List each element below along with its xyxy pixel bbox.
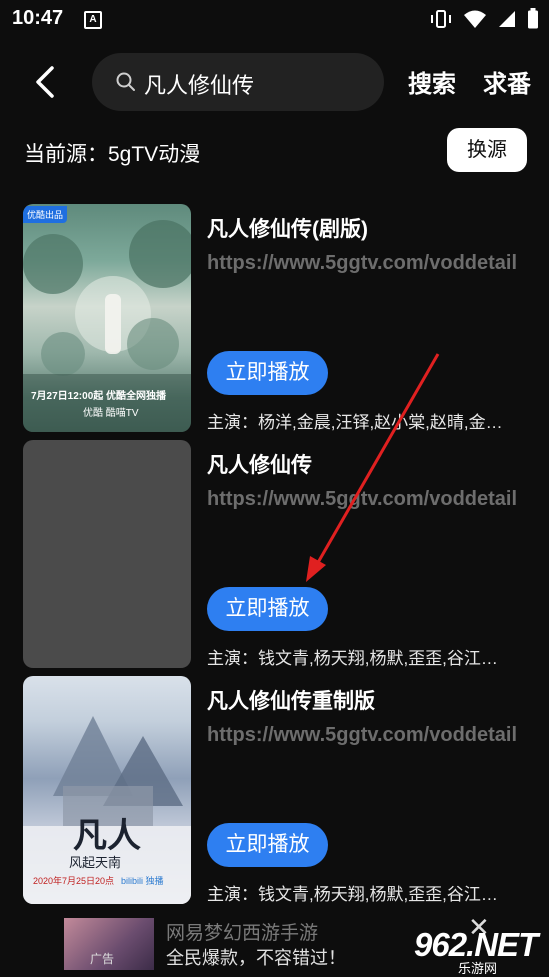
vibrate-icon (431, 10, 451, 28)
clock: 10:47 (12, 7, 64, 29)
play-now-button[interactable]: 立即播放 (207, 587, 328, 631)
result-item[interactable]: 凡人 风起天南 2020年7月25日20点 bilibili 独播 凡人修仙传重… (0, 676, 549, 908)
poster-logos: bilibili 独播 (121, 876, 164, 886)
request-button[interactable]: 求番 (483, 64, 531, 99)
result-url: https://www.5ggtv.com/voddetail (207, 724, 518, 746)
result-title[interactable]: 凡人修仙传(剧版) (207, 213, 368, 243)
site-watermark: 962.NET 乐游网 (414, 926, 544, 976)
poster-subtitle: 风起天南 (69, 855, 122, 870)
poster-caption: 7月27日12:00起 优酷全网独播 (31, 391, 167, 402)
ad-subtitle: 全民爆款，不容错过！ (166, 948, 346, 968)
status-bar: 10:47 A (0, 0, 549, 38)
search-button[interactable]: 搜索 (408, 64, 456, 99)
result-item[interactable]: 优酷出品 7月27日12:00起 优酷全网独播 优酷 酷喵TV 凡人修仙传(剧版… (0, 204, 549, 436)
back-arrow-icon[interactable] (28, 62, 64, 102)
result-cast: 主演：钱文青,杨天翔,杨默,歪歪,谷江… (207, 885, 498, 904)
poster-logos: 优酷 酷喵TV (83, 408, 139, 419)
search-icon (116, 72, 135, 91)
ad-tag: 广告 (90, 952, 115, 966)
play-now-button[interactable]: 立即播放 (207, 351, 328, 395)
result-url: https://www.5ggtv.com/voddetail (207, 252, 518, 274)
poster-big-title: 凡人 (73, 816, 141, 856)
notification-a-icon: A (84, 11, 102, 29)
poster-placeholder[interactable] (23, 440, 191, 668)
poster-date: 2020年7月25日20点 (33, 876, 115, 886)
ad-title: 网易梦幻西游手游 (166, 923, 319, 944)
switch-source-button[interactable]: 换源 (447, 128, 527, 172)
watermark-subtext: 乐游网 (458, 961, 498, 976)
result-cast: 主演：钱文青,杨天翔,杨默,歪歪,谷江… (207, 649, 498, 668)
poster-badge: 优酷出品 (23, 206, 68, 223)
poster-image[interactable]: 优酷出品 7月27日12:00起 优酷全网独播 优酷 酷喵TV (23, 204, 191, 432)
battery-icon (528, 8, 538, 29)
result-title[interactable]: 凡人修仙传 (207, 449, 312, 479)
result-title[interactable]: 凡人修仙传重制版 (207, 685, 375, 715)
result-url: https://www.5ggtv.com/voddetail (207, 488, 518, 510)
play-now-button[interactable]: 立即播放 (207, 823, 328, 867)
search-query: 凡人修仙传 (144, 73, 255, 98)
current-source-label: 当前源：5gTV动漫 (24, 143, 201, 166)
poster-image[interactable]: 凡人 风起天南 2020年7月25日20点 bilibili 独播 (23, 676, 191, 904)
result-cast: 主演：杨洋,金晨,汪铎,赵小棠,赵晴,金… (207, 413, 503, 432)
search-input[interactable]: 凡人修仙传 (92, 53, 384, 111)
system-icons (429, 8, 539, 30)
wifi-icon (464, 10, 486, 28)
result-item[interactable]: 凡人修仙传 https://www.5ggtv.com/voddetail 立即… (0, 440, 549, 672)
signal-icon (499, 11, 515, 27)
